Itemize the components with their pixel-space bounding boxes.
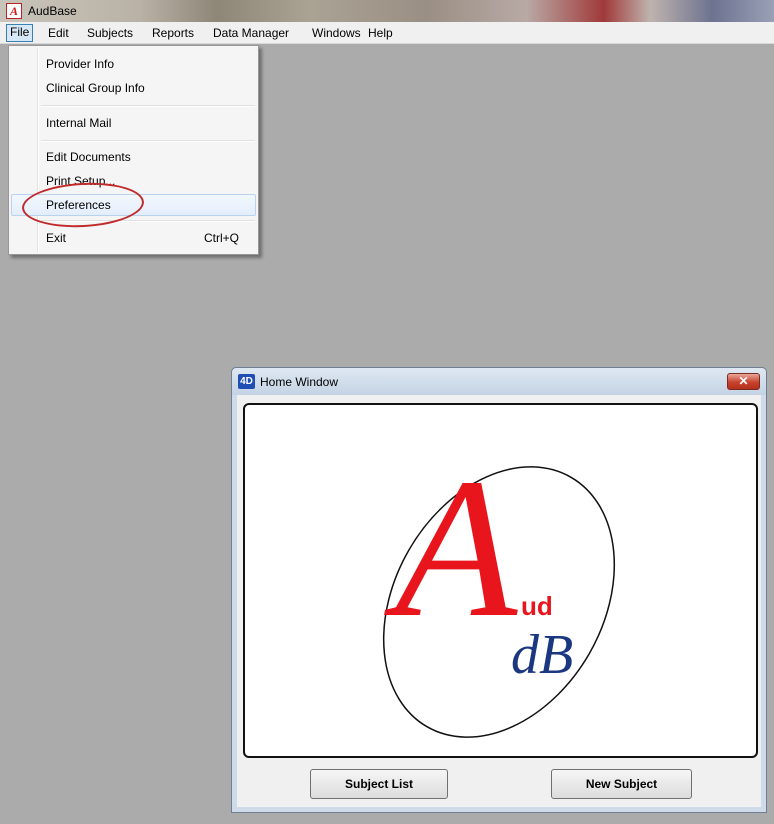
menu-item-edit-documents[interactable]: Edit Documents [11,146,256,168]
menu-item-internal-mail[interactable]: Internal Mail [11,112,256,134]
menu-item-label: Clinical Group Info [46,81,145,95]
logo-panel: A ud dB [243,403,758,758]
menu-item-label: Edit Documents [46,150,131,164]
menu-help[interactable]: Help [365,25,396,41]
home-window-titlebar[interactable]: 4D Home Window ✕ [232,368,766,395]
app-titlebar: A AudBase [0,0,774,22]
menu-item-exit[interactable]: Exit Ctrl+Q [11,227,256,249]
app-logo-icon: A [6,3,22,19]
menu-item-label: Provider Info [46,57,115,71]
menu-windows[interactable]: Windows [309,25,364,41]
menu-item-clinical-group-info[interactable]: Clinical Group Info [11,77,256,99]
logo-db-text: dB [511,624,573,686]
menu-item-label: Exit [46,231,67,245]
menubar: File Edit Subjects Reports Data Manager … [0,22,774,44]
close-button[interactable]: ✕ [727,373,760,390]
menu-separator [41,140,255,142]
audbase-logo: A ud dB [382,438,616,738]
menu-edit[interactable]: Edit [45,25,72,41]
menu-separator [41,105,255,107]
menu-reports[interactable]: Reports [149,25,197,41]
home-window-client: A ud dB Subject List New Subject [237,395,761,807]
home-window-title: Home Window [260,375,339,389]
menu-item-provider-info[interactable]: Provider Info [11,53,256,75]
menu-file[interactable]: File [6,24,34,42]
4d-app-icon: 4D [238,374,255,389]
new-subject-button[interactable]: New Subject [551,769,692,799]
app-title: AudBase [28,4,77,18]
menu-item-shortcut: Ctrl+Q [204,231,240,245]
subject-list-button[interactable]: Subject List [310,769,448,799]
logo-letter-a: A [384,438,518,659]
close-icon: ✕ [738,374,749,388]
menu-subjects[interactable]: Subjects [84,25,136,41]
logo-ud-text: ud [521,591,553,621]
menu-data-manager[interactable]: Data Manager [210,25,292,41]
home-window: 4D Home Window ✕ A ud dB Subject List Ne… [231,367,767,813]
menu-item-label: Internal Mail [46,116,112,130]
